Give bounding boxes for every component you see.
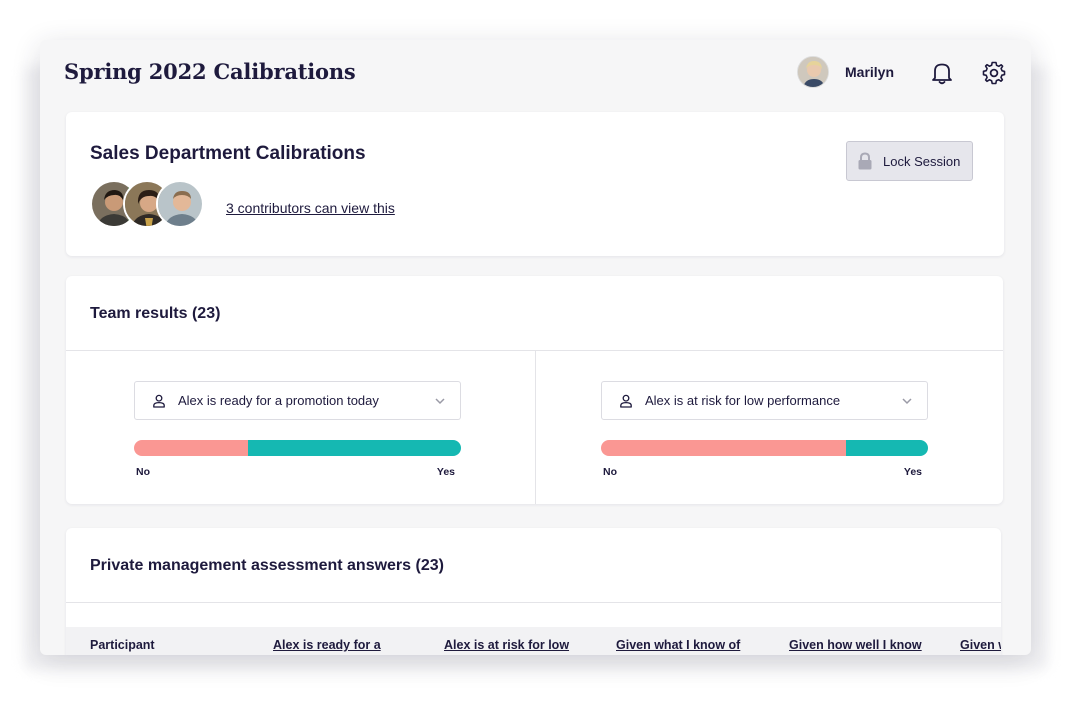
result-bar-no — [134, 440, 249, 456]
session-card: Sales Department Calibrations 3 contribu… — [66, 112, 1004, 256]
result-bar-yes — [248, 440, 461, 456]
column-header[interactable]: Alex is ready for a — [273, 638, 381, 652]
table-header: Participant Alex is ready for a Alex is … — [66, 627, 1001, 655]
person-icon — [620, 394, 632, 408]
team-results-title: Team results (23) — [90, 305, 221, 322]
user-name[interactable]: Marilyn — [845, 64, 894, 80]
contributors-link[interactable]: 3 contributors can view this — [226, 200, 395, 216]
lock-icon — [858, 152, 872, 170]
result-bar — [134, 440, 461, 456]
result-bar-yes — [846, 440, 928, 456]
team-results-card: Team results (23) Alex is ready for a pr… — [66, 276, 1003, 504]
top-bar: Spring 2022 Calibrations Marilyn — [40, 40, 1031, 106]
contributor-avatars[interactable] — [90, 180, 210, 230]
column-header-participant: Participant — [90, 638, 155, 652]
user-avatar[interactable] — [797, 56, 829, 88]
column-header[interactable]: Given how well I know — [789, 638, 922, 652]
no-label: No — [136, 466, 150, 478]
yes-label: Yes — [436, 466, 455, 478]
lock-session-label: Lock Session — [883, 153, 961, 169]
question-select[interactable]: Alex is ready for a promotion today — [134, 381, 461, 420]
result-bar-no — [601, 440, 847, 456]
column-header[interactable]: Alex is at risk for low — [444, 638, 569, 652]
session-title: Sales Department Calibrations — [90, 143, 366, 164]
user-avatar-image — [798, 57, 828, 87]
no-label: No — [603, 466, 617, 478]
result-bar — [601, 440, 928, 456]
private-answers-title: Private management assessment answers (2… — [90, 557, 444, 574]
column-header[interactable]: Given what I know of — [616, 638, 740, 652]
divider — [535, 350, 536, 504]
bell-icon[interactable] — [929, 60, 955, 86]
yes-label: Yes — [903, 466, 922, 478]
lock-session-button[interactable]: Lock Session — [846, 141, 973, 181]
question-select-label: Alex is ready for a promotion today — [178, 393, 379, 408]
question-select-label: Alex is at risk for low performance — [645, 393, 841, 408]
column-header[interactable]: Given w — [960, 638, 1001, 652]
avatar — [156, 180, 204, 228]
gear-icon[interactable] — [981, 60, 1007, 86]
question-select[interactable]: Alex is at risk for low performance — [601, 381, 928, 420]
page-title: Spring 2022 Calibrations — [64, 59, 356, 84]
private-answers-card: Private management assessment answers (2… — [66, 528, 1001, 655]
divider — [66, 602, 1001, 603]
app-window: Spring 2022 Calibrations Marilyn Sales D… — [40, 40, 1031, 655]
chevron-down-icon — [902, 398, 912, 405]
person-icon — [153, 394, 165, 408]
chevron-down-icon — [435, 398, 445, 405]
